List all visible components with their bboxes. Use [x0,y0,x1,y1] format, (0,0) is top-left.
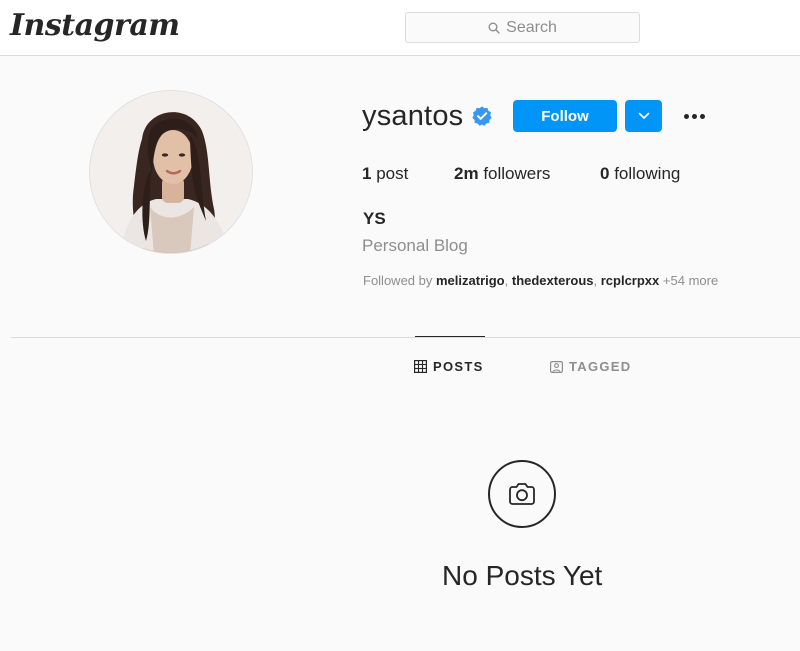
followed-by-user[interactable]: rcplcrpxx [601,273,660,288]
more-options-icon[interactable] [680,104,708,128]
followers-count-label: followers [483,164,551,183]
follow-button[interactable]: Follow [513,100,617,132]
search-placeholder: Search [506,18,557,36]
posts-count: 1 post [362,164,408,184]
profile-avatar[interactable] [89,90,253,254]
profile-full-name: YS [363,209,386,228]
camera-icon [509,483,535,505]
tab-tagged-label: TAGGED [569,359,632,374]
posts-count-value: 1 [362,164,372,183]
tab-posts-label: POSTS [433,359,484,374]
tagged-icon [550,361,563,373]
posts-count-label: post [376,164,409,183]
tab-tagged[interactable]: TAGGED [550,359,631,374]
tab-posts[interactable]: POSTS [414,359,484,374]
instagram-logo[interactable]: Instagram [10,8,180,43]
search-icon [488,22,500,34]
followed-by-user[interactable]: melizatrigo [436,273,505,288]
profile-category: Personal Blog [362,236,468,255]
suggested-accounts-dropdown-button[interactable] [625,100,662,132]
empty-state-text: No Posts Yet [442,560,603,591]
active-tab-indicator [415,336,485,337]
following-count-label: following [614,164,681,183]
verified-badge-icon [472,106,492,126]
following-count-value: 0 [600,164,610,183]
followed-by-user[interactable]: thedexterous [512,273,594,288]
search-input[interactable]: Search [405,12,640,43]
tabs-divider [11,337,800,338]
followed-by-more[interactable]: +54 more [663,273,718,288]
empty-state-camera-circle [488,460,556,528]
followed-by-line[interactable]: Followed by melizatrigo, thedexterous, r… [363,273,718,288]
followed-by-prefix: Followed by [363,273,433,288]
followers-link[interactable]: 2m followers [454,164,550,184]
profile-username: ysantos [362,100,464,132]
chevron-down-icon [638,112,649,119]
grid-icon [414,360,427,373]
avatar-photo [90,91,252,253]
top-navigation-bar: Instagram Search [0,0,800,56]
following-link[interactable]: 0 following [600,164,680,184]
followers-count-value: 2m [454,164,479,183]
